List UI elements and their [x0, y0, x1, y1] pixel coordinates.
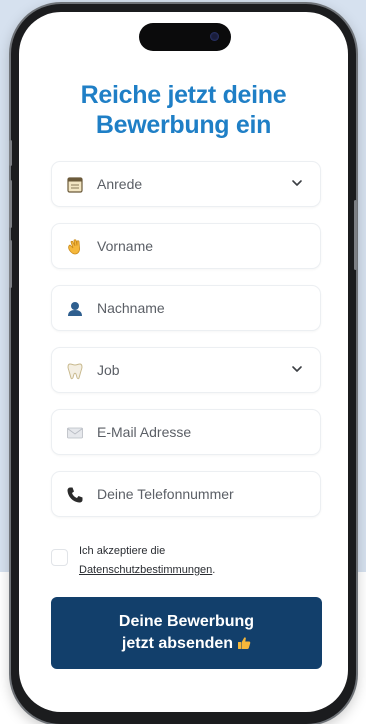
- first-name-field[interactable]: Vorname: [51, 223, 321, 269]
- tooth-icon: [67, 363, 83, 380]
- last-name-placeholder: Nachname: [97, 300, 165, 316]
- chevron-down-icon: [292, 180, 302, 186]
- salutation-select[interactable]: Anrede: [51, 161, 321, 207]
- waving-hand-icon: [68, 239, 80, 255]
- phone-field[interactable]: Deine Telefonnummer: [51, 471, 321, 517]
- headline-line-1: Reiche jetzt deine: [80, 81, 287, 109]
- consent-suffix: .: [212, 564, 216, 576]
- headline-line-2: Bewerbung ein: [95, 111, 272, 139]
- page-title: Reiche jetzt deine Bewerbung ein: [19, 80, 348, 140]
- dynamic-island: [139, 23, 231, 51]
- chevron-down-icon: [292, 366, 302, 372]
- privacy-consent: Ich akzeptiere die Datenschutzbestimmung…: [51, 542, 321, 582]
- privacy-consent-text: Ich akzeptiere die Datenschutzbestimmung…: [79, 542, 215, 580]
- submit-label-line-1: Deine Bewerbung: [118, 613, 255, 630]
- phone-placeholder: Deine Telefonnummer: [97, 486, 234, 502]
- email-field[interactable]: E-Mail Adresse: [51, 409, 321, 455]
- last-name-field[interactable]: Nachname: [51, 285, 321, 331]
- envelope-icon: [67, 427, 83, 439]
- phone-power-button: [354, 200, 357, 270]
- phone-mute-switch: [9, 140, 12, 166]
- phone-volume-up: [9, 180, 12, 228]
- email-placeholder: E-Mail Adresse: [97, 424, 192, 440]
- job-placeholder: Job: [97, 362, 120, 378]
- phone-icon: [67, 487, 83, 503]
- phone-screen: Reiche jetzt deine Bewerbung ein Anrede …: [19, 12, 348, 712]
- notepad-icon: [67, 177, 83, 193]
- salutation-placeholder: Anrede: [97, 176, 143, 192]
- camera-icon: [210, 32, 219, 41]
- job-select[interactable]: Job: [51, 347, 321, 393]
- privacy-checkbox[interactable]: [51, 549, 68, 566]
- consent-prefix: Ich akzeptiere die: [79, 545, 166, 557]
- submit-button[interactable]: Deine Bewerbung jetzt absenden: [51, 597, 322, 669]
- person-icon: [68, 302, 82, 316]
- first-name-placeholder: Vorname: [97, 238, 154, 254]
- thumbs-up-icon: [238, 637, 251, 649]
- phone-volume-down: [9, 240, 12, 288]
- privacy-policy-link[interactable]: Datenschutzbestimmungen: [79, 564, 212, 576]
- submit-label-line-2: jetzt absenden: [121, 635, 234, 652]
